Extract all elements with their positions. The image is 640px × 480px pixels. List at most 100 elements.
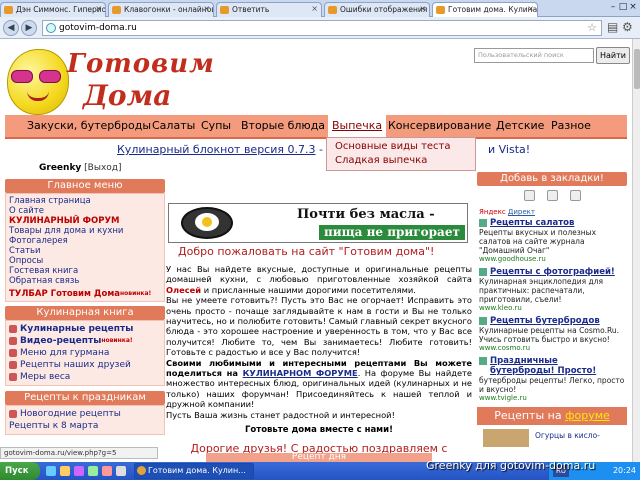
forum-recipes-title: Рецепты на форуме <box>477 407 627 425</box>
direct-link[interactable]: Директ <box>508 208 535 216</box>
cookbook-link[interactable]: Видео-рецептыновинка! <box>9 335 161 347</box>
quick-launch-icon[interactable] <box>88 466 98 476</box>
quick-launch-icon[interactable] <box>102 466 112 476</box>
link-text: Меры веса <box>20 372 71 382</box>
watermark: Greenky для gotovim-doma.ru <box>426 459 596 472</box>
intro-paragraph: и присланные нашими дорогими посетителям… <box>201 284 416 295</box>
menu-link[interactable]: Главная страница <box>9 196 161 206</box>
ad-title[interactable]: Рецепты с фотографией! <box>479 267 625 277</box>
favicon-icon <box>112 6 121 14</box>
intro-text: У нас Вы найдете вкусные, доступные и ор… <box>166 264 472 420</box>
minimize-icon[interactable]: – <box>608 2 618 12</box>
start-button[interactable]: Пуск <box>0 462 40 480</box>
quick-launch-icon[interactable] <box>116 466 126 476</box>
close-icon[interactable]: × <box>311 4 318 13</box>
ad-url[interactable]: www.cosmo.ru <box>479 344 625 352</box>
menu-link[interactable]: КУЛИНАРНЫЙ ФОРУМ <box>9 216 161 226</box>
menu-link[interactable]: Статьи <box>9 246 161 256</box>
nav-item[interactable]: Супы <box>201 115 231 137</box>
quick-launch-icon[interactable] <box>46 466 56 476</box>
menu-link[interactable]: Обратная связь <box>9 276 161 286</box>
vertical-scrollbar[interactable] <box>632 39 640 462</box>
forum-recipe-item[interactable]: Огурцы в кисло- <box>477 425 627 447</box>
ad-icon <box>479 317 487 325</box>
ad-url[interactable]: www.tvigle.ru <box>479 394 625 402</box>
ad-url[interactable]: www.goodhouse.ru <box>479 255 625 263</box>
browser-tab[interactable]: Дэн Симмонс. Гиперион × <box>0 2 106 17</box>
main-content: Почти без масла - пища не пригорает Добр… <box>166 163 472 462</box>
browser-tab[interactable]: Ответить × <box>216 2 322 17</box>
bookmark-service-icon[interactable] <box>546 190 558 201</box>
favicon-icon <box>4 6 13 14</box>
dropdown-item[interactable]: Основные виды теста <box>327 138 475 152</box>
holiday-link[interactable]: Рецепты к 8 марта <box>9 420 161 432</box>
close-icon[interactable]: × <box>203 4 210 13</box>
globe-icon <box>46 23 56 33</box>
cookbook-link[interactable]: Меры веса <box>9 371 161 383</box>
address-toolbar: ◀ ▶ gotovim-doma.ru ☆ ▤ ⚙ <box>0 17 640 39</box>
ad-title[interactable]: Праздничные бутерброды! Просто! <box>479 356 625 376</box>
menu-link[interactable]: Товары для дома и кухни <box>9 226 161 236</box>
browser-tab[interactable]: Клавогонки - онлайновы × <box>108 2 214 17</box>
quick-launch-icon[interactable] <box>74 466 84 476</box>
search-button[interactable]: Найти <box>596 47 630 64</box>
menu-link[interactable]: Гостевая книга <box>9 266 161 276</box>
window-close-icon[interactable]: × <box>628 2 638 12</box>
nav-item[interactable]: Детские <box>496 115 544 137</box>
scroll-thumb[interactable] <box>634 49 640 89</box>
forum-link[interactable]: КУЛИНАРНОМ ФОРУМЕ <box>243 368 358 378</box>
site-logo[interactable]: Готовим Дома <box>5 45 214 120</box>
back-icon[interactable]: ◀ <box>3 20 19 36</box>
menu-link[interactable]: Фотогалерея <box>9 236 161 246</box>
menu-link[interactable]: ТУЛБАР Готовим Домановинка! <box>9 289 161 299</box>
banner-text: пища не пригорает <box>319 225 465 240</box>
ad-title-text: Рецепты бутербродов <box>490 316 600 326</box>
close-icon[interactable]: × <box>95 4 102 13</box>
ad-block: Рецепты салатов Рецепты вкусных и полезн… <box>477 216 627 265</box>
cookbook-link[interactable]: Меню для гурмана <box>9 347 161 359</box>
cookbook-link[interactable]: Кулинарные рецепты <box>9 323 161 335</box>
forum-word-link[interactable]: форуме <box>565 409 610 422</box>
menu-link[interactable]: О сайте <box>9 206 161 216</box>
holiday-link[interactable]: Новогодние рецепты <box>9 408 161 420</box>
bookmark-service-icon[interactable] <box>523 190 535 201</box>
ad-title[interactable]: Рецепты бутербродов <box>479 316 625 326</box>
forward-icon[interactable]: ▶ <box>21 20 37 36</box>
ad-text: бутерброды рецепты! Легко, просто и вкус… <box>479 376 625 394</box>
taskbar-window-button[interactable]: Готовим дома. Кулин... <box>134 463 254 479</box>
nav-item[interactable]: Салаты <box>152 115 195 137</box>
nav-item-active[interactable]: Выпечка <box>328 115 387 137</box>
close-icon[interactable]: × <box>419 4 426 13</box>
nav-item[interactable]: Закуски, бутерброды <box>27 115 151 137</box>
nav-item[interactable]: Вторые блюда <box>241 115 325 137</box>
bookmark-service-icon[interactable] <box>569 190 581 201</box>
nav-item[interactable]: Разное <box>551 115 591 137</box>
pan-ad-banner[interactable]: Почти без масла - пища не пригорает <box>168 203 468 243</box>
logo-text: Готовим <box>67 49 215 79</box>
ad-block: Праздничные бутерброды! Просто! бутербро… <box>477 354 627 404</box>
logout-link[interactable]: [Выход] <box>84 163 121 173</box>
cookbook-link[interactable]: Рецепты наших друзей <box>9 359 161 371</box>
nav-item[interactable]: Консервирование <box>388 115 491 137</box>
menu-link[interactable]: Опросы <box>9 256 161 266</box>
menu-icon <box>9 349 17 357</box>
maximize-icon[interactable]: □ <box>618 2 628 12</box>
browser-tab[interactable]: Ошибки отображения са × <box>324 2 430 17</box>
browser-tab-active[interactable]: Готовим дома. Кулинар × <box>432 2 538 17</box>
ad-title-text: Праздничные бутерброды! Просто! <box>490 356 597 376</box>
notebook-link[interactable]: Кулинарный блокнот версия 0.7.3 <box>117 143 315 156</box>
page-icon[interactable]: ▤ <box>607 20 618 34</box>
wrench-icon[interactable]: ⚙ <box>622 20 633 34</box>
quick-launch-icon[interactable] <box>60 466 70 476</box>
search-input[interactable]: Пользовательский поиск <box>474 48 594 63</box>
ad-title[interactable]: Рецепты салатов <box>479 218 625 228</box>
right-sidebar: Добавь в закладки! Яндекс Директ Рецепты… <box>477 172 627 447</box>
tab-label: Ответить <box>232 5 270 14</box>
sunglasses-icon <box>11 70 63 84</box>
address-input[interactable]: gotovim-doma.ru ☆ <box>42 20 602 36</box>
status-bar: gotovim-doma.ru/view.php?g=5 <box>0 447 158 459</box>
close-icon[interactable]: × <box>527 4 534 13</box>
ad-url[interactable]: www.kleo.ru <box>479 304 625 312</box>
left-sidebar: Greenky [Выход] Главное меню Главная стр… <box>5 163 165 435</box>
star-icon[interactable]: ☆ <box>587 21 597 35</box>
